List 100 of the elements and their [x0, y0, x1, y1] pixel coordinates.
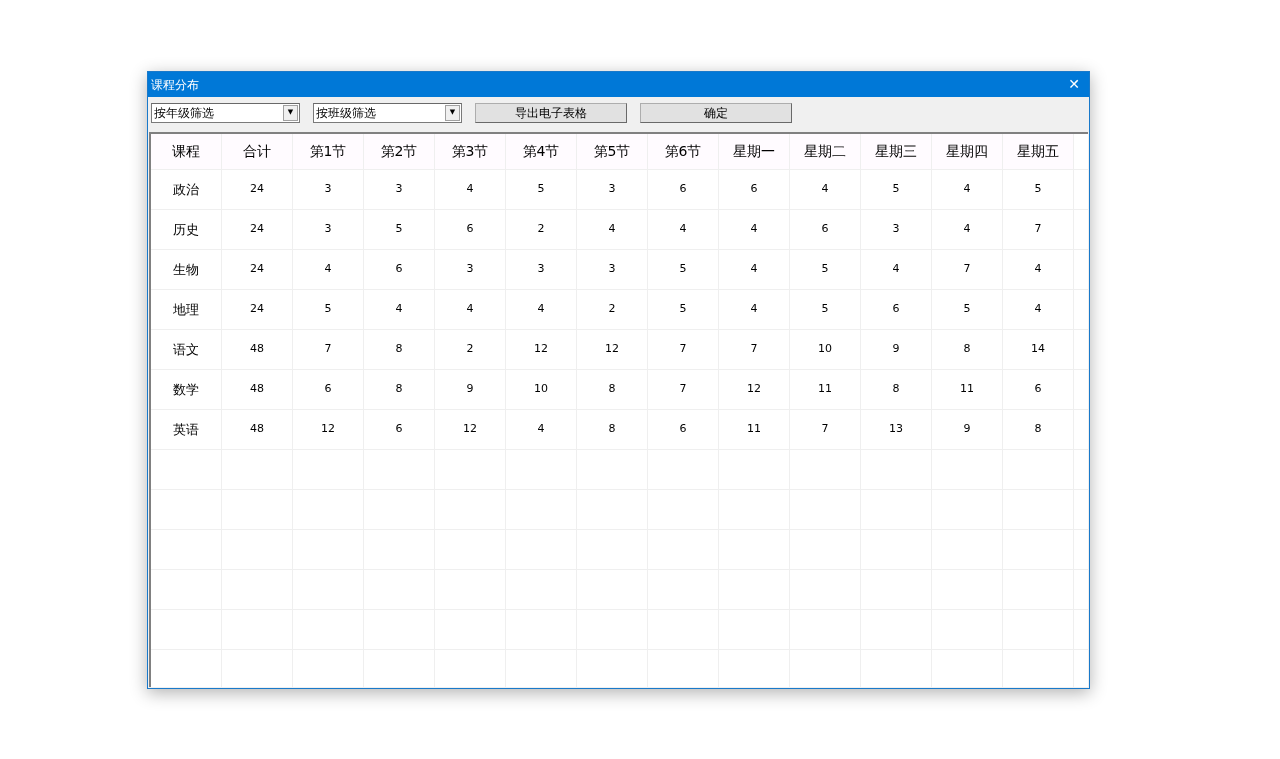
table-cell: 4 — [719, 290, 790, 329]
table-cell: 4 — [719, 210, 790, 249]
table-cell: 4 — [577, 210, 648, 249]
table-cell: 历史 — [151, 210, 222, 249]
table-cell: 4 — [861, 250, 932, 289]
table-cell: 8 — [1003, 410, 1074, 449]
table-cell: 7 — [293, 330, 364, 369]
column-header: 第6节 — [648, 134, 719, 169]
table-cell: 14 — [1003, 330, 1074, 369]
table-cell: 3 — [364, 170, 435, 209]
table-cell: 5 — [364, 210, 435, 249]
column-header: 第1节 — [293, 134, 364, 169]
table-cell: 5 — [1003, 170, 1074, 209]
table-cell: 3 — [293, 210, 364, 249]
table-cell: 8 — [932, 330, 1003, 369]
table-cell: 4 — [932, 170, 1003, 209]
table-cell: 3 — [861, 210, 932, 249]
table-cell: 2 — [435, 330, 506, 369]
table-cell: 8 — [364, 330, 435, 369]
table-cell: 6 — [293, 370, 364, 409]
table-cell: 12 — [435, 410, 506, 449]
table-cell: 12 — [577, 330, 648, 369]
table-cell: 2 — [577, 290, 648, 329]
table-cell: 语文 — [151, 330, 222, 369]
table-cell: 4 — [435, 170, 506, 209]
column-header: 第5节 — [577, 134, 648, 169]
table-cell: 5 — [506, 170, 577, 209]
table-cell: 4 — [790, 170, 861, 209]
column-header: 星期一 — [719, 134, 790, 169]
table-cell: 6 — [648, 170, 719, 209]
table-cell: 6 — [719, 170, 790, 209]
table-cell: 6 — [1003, 370, 1074, 409]
table-cell: 政治 — [151, 170, 222, 209]
table-cell: 8 — [577, 370, 648, 409]
table-cell: 9 — [435, 370, 506, 409]
table-cell: 11 — [719, 410, 790, 449]
table-cell: 24 — [222, 290, 293, 329]
table-cell: 11 — [932, 370, 1003, 409]
table-cell: 4 — [1003, 250, 1074, 289]
table-cell: 4 — [932, 210, 1003, 249]
column-header: 第2节 — [364, 134, 435, 169]
table-cell: 8 — [577, 410, 648, 449]
table-cell: 6 — [790, 210, 861, 249]
close-button[interactable]: ✕ — [1059, 72, 1089, 97]
table-cell: 48 — [222, 370, 293, 409]
window-title: 课程分布 — [151, 76, 199, 94]
column-header: 课程 — [151, 134, 222, 169]
table-cell: 4 — [506, 410, 577, 449]
table-cell: 7 — [1003, 210, 1074, 249]
toolbar-button[interactable]: 确定 — [640, 102, 792, 123]
table-cell: 5 — [648, 290, 719, 329]
column-header: 合计 — [222, 134, 293, 169]
table-cell: 4 — [506, 290, 577, 329]
table-cell: 4 — [364, 290, 435, 329]
table-cell: 7 — [719, 330, 790, 369]
table-cell: 2 — [506, 210, 577, 249]
column-header: 第3节 — [435, 134, 506, 169]
table-cell: 12 — [293, 410, 364, 449]
table-cell: 11 — [790, 370, 861, 409]
column-header: 星期三 — [861, 134, 932, 169]
column-header: 第4节 — [506, 134, 577, 169]
table-cell: 3 — [293, 170, 364, 209]
table-cell: 6 — [861, 290, 932, 329]
table-cell: 3 — [577, 170, 648, 209]
table-cell: 3 — [577, 250, 648, 289]
table-cell: 48 — [222, 330, 293, 369]
table-cell: 4 — [648, 210, 719, 249]
table-cell: 5 — [861, 170, 932, 209]
table-cell: 8 — [364, 370, 435, 409]
table-cell: 5 — [790, 250, 861, 289]
table-cell: 4 — [719, 250, 790, 289]
table-cell: 数学 — [151, 370, 222, 409]
table-cell: 7 — [648, 330, 719, 369]
table-cell: 9 — [932, 410, 1003, 449]
table-cell: 24 — [222, 210, 293, 249]
table-cell: 48 — [222, 410, 293, 449]
table-cell: 英语 — [151, 410, 222, 449]
table-cell: 3 — [435, 250, 506, 289]
table-cell: 5 — [790, 290, 861, 329]
table-cell: 24 — [222, 250, 293, 289]
table-cell: 3 — [506, 250, 577, 289]
table-cell: 4 — [1003, 290, 1074, 329]
table-cell: 地理 — [151, 290, 222, 329]
table-cell: 6 — [364, 250, 435, 289]
table-cell: 9 — [861, 330, 932, 369]
table-cell: 8 — [861, 370, 932, 409]
toolbar-button[interactable]: 导出电子表格 — [475, 102, 627, 123]
table-cell: 7 — [790, 410, 861, 449]
table-cell: 12 — [719, 370, 790, 409]
table-cell: 5 — [293, 290, 364, 329]
table-cell: 7 — [932, 250, 1003, 289]
column-header: 星期五 — [1003, 134, 1074, 169]
table-cell: 6 — [364, 410, 435, 449]
table-cell: 24 — [222, 170, 293, 209]
table-cell: 13 — [861, 410, 932, 449]
table-cell: 5 — [648, 250, 719, 289]
table-cell: 4 — [293, 250, 364, 289]
table-cell: 7 — [648, 370, 719, 409]
table-cell: 5 — [932, 290, 1003, 329]
table-cell: 6 — [435, 210, 506, 249]
